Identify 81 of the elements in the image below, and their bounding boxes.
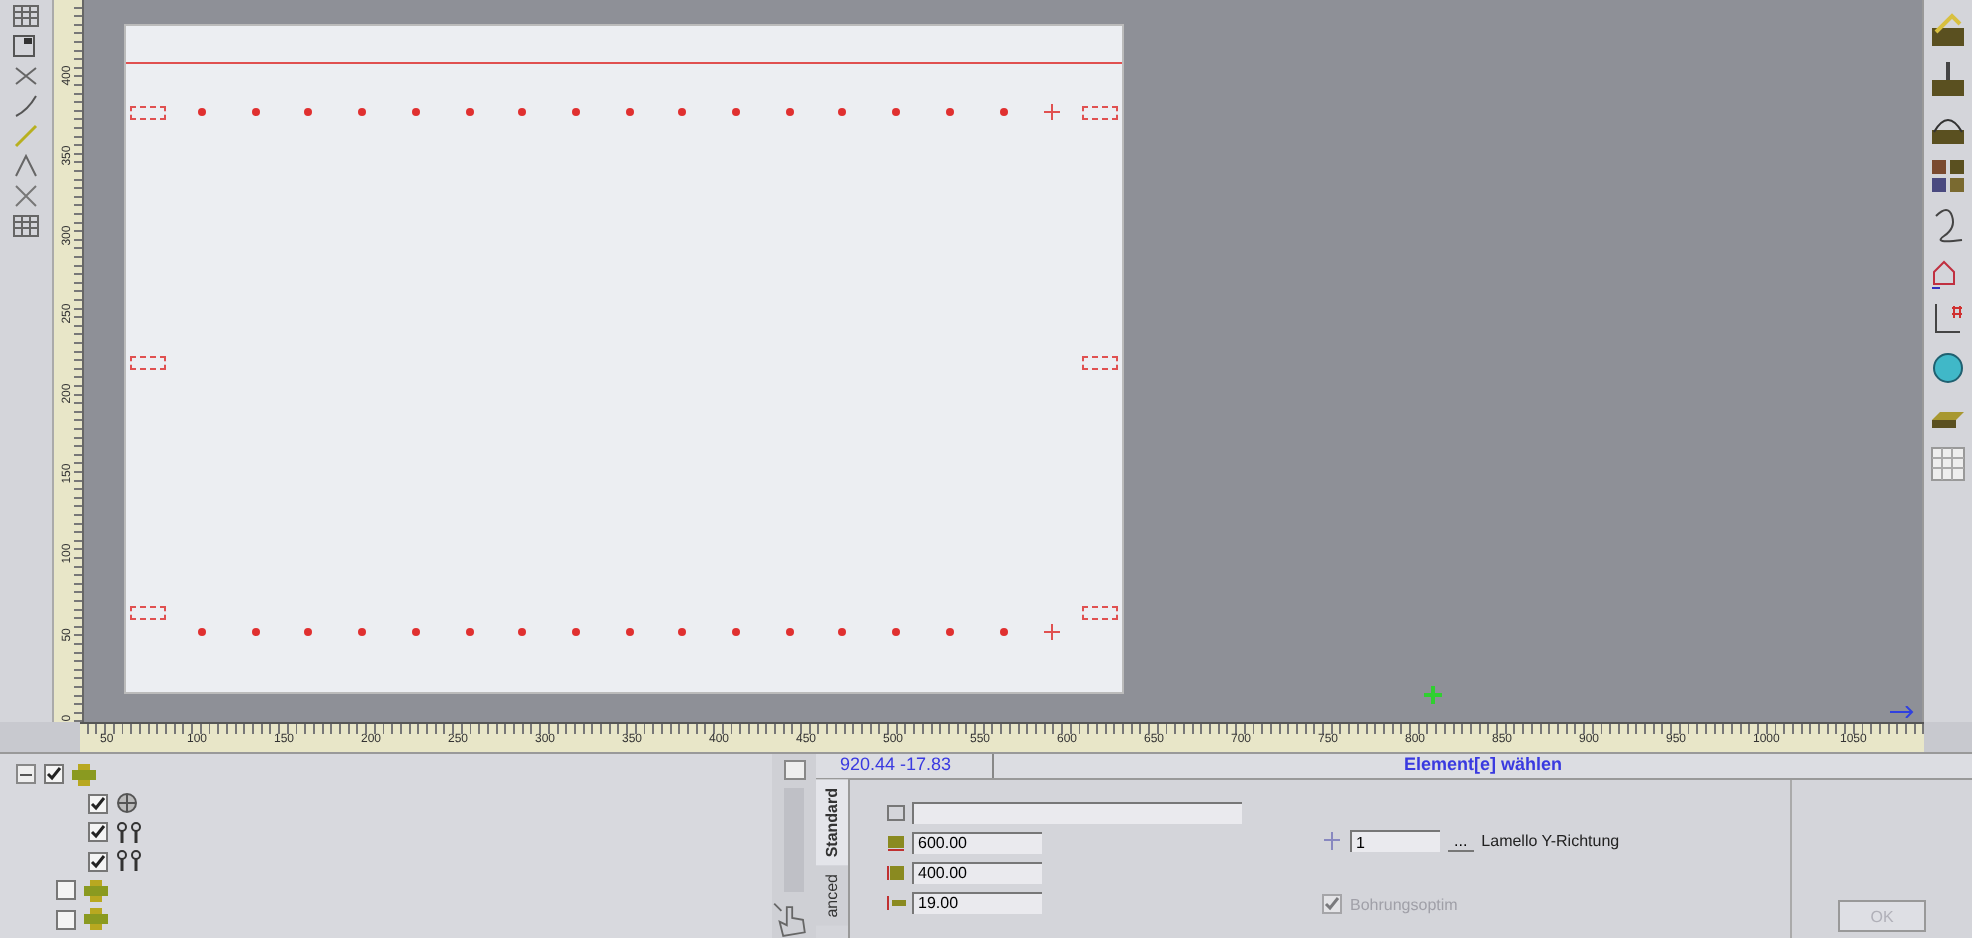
hole-mark xyxy=(785,628,794,636)
lamello-label: Lamello Y-Richtung xyxy=(1481,832,1620,850)
hole-mark xyxy=(198,108,206,116)
wrench-icon xyxy=(116,821,144,844)
name-field[interactable] xyxy=(912,801,1242,823)
dowel-mark xyxy=(1082,356,1118,370)
dowel-mark xyxy=(130,606,166,620)
checkbox[interactable] xyxy=(44,764,64,785)
count-field[interactable]: 1 xyxy=(1350,830,1440,852)
curve-tool-icon[interactable] xyxy=(12,94,40,118)
dowel-mark xyxy=(130,356,166,370)
coordinates-readout: 920.44 -17.83 xyxy=(816,754,994,778)
cross-tool-icon[interactable] xyxy=(12,64,40,88)
hole-mark xyxy=(198,628,206,636)
hole-mark xyxy=(892,108,901,116)
hole-mark xyxy=(518,628,527,636)
part-icon xyxy=(84,879,108,902)
blocks-icon[interactable] xyxy=(1928,156,1968,196)
checkbox[interactable] xyxy=(88,793,108,814)
hole-mark xyxy=(892,628,901,636)
hole-mark xyxy=(465,108,473,116)
spin-button[interactable] xyxy=(783,760,805,781)
dowel-mark xyxy=(1082,106,1118,120)
hole-mark xyxy=(411,628,420,636)
plus-mark xyxy=(1044,104,1061,120)
part-icon xyxy=(72,763,96,786)
hole-mark xyxy=(304,108,313,116)
width-icon xyxy=(886,863,906,881)
hole-mark xyxy=(838,628,847,636)
hole-mark xyxy=(251,108,260,116)
grid-tool-icon[interactable] xyxy=(12,4,40,28)
status-message: Element[e] wählen xyxy=(1401,754,1565,778)
hole-mark xyxy=(678,108,687,116)
hole-mark xyxy=(571,108,580,116)
expand-toggle[interactable] xyxy=(16,764,36,785)
hole-mark xyxy=(625,108,634,116)
hole-mark xyxy=(358,628,367,636)
hole-mark xyxy=(999,628,1007,636)
drill-icon[interactable] xyxy=(1928,60,1968,100)
label-icon xyxy=(886,803,906,821)
hole-mark xyxy=(945,108,954,116)
hole-mark xyxy=(251,628,260,636)
side-tab[interactable]: anced xyxy=(816,865,848,925)
hole-mark xyxy=(304,628,313,636)
dowel-mark xyxy=(1082,606,1118,620)
dowel-mark xyxy=(130,106,166,120)
frame-tool-icon[interactable] xyxy=(12,34,40,58)
hole-mark xyxy=(785,108,794,116)
checkbox[interactable] xyxy=(88,822,108,843)
dimension-field[interactable]: 19.00 xyxy=(912,891,1042,913)
hole-mark xyxy=(625,628,634,636)
hole-mark xyxy=(945,628,954,636)
globe-icon xyxy=(116,792,138,815)
hole-mark xyxy=(838,108,847,116)
hole-mark xyxy=(465,628,473,636)
plus-mark xyxy=(1044,624,1061,640)
checkbox[interactable] xyxy=(56,909,76,930)
angle-tool-icon[interactable] xyxy=(12,154,40,178)
grid-tool-icon[interactable] xyxy=(12,214,40,238)
browse-button[interactable]: ... xyxy=(1448,831,1474,851)
hole-mark xyxy=(999,108,1007,116)
hole-mark xyxy=(732,628,740,636)
hole-mark xyxy=(732,108,740,116)
x-tool-icon[interactable] xyxy=(12,184,40,208)
hole-mark xyxy=(518,108,527,116)
part-icon xyxy=(84,908,108,931)
checkbox[interactable] xyxy=(56,880,76,901)
wrench-icon xyxy=(116,850,144,873)
sphere-icon[interactable] xyxy=(1928,348,1968,388)
thickness-icon xyxy=(886,893,906,911)
dimension-field[interactable]: 400.00 xyxy=(912,861,1042,883)
hole-mark xyxy=(411,108,420,116)
checkbox[interactable] xyxy=(88,851,108,872)
origin-marker-icon xyxy=(1424,686,1442,704)
dimension-field[interactable]: 600.00 xyxy=(912,831,1042,853)
length-icon xyxy=(886,833,906,851)
axis-arrow-icon xyxy=(1890,706,1918,718)
hole-mark xyxy=(571,628,580,636)
side-tab[interactable]: Standard xyxy=(816,780,848,866)
hole-mark xyxy=(678,628,687,636)
hole-mark xyxy=(358,108,367,116)
